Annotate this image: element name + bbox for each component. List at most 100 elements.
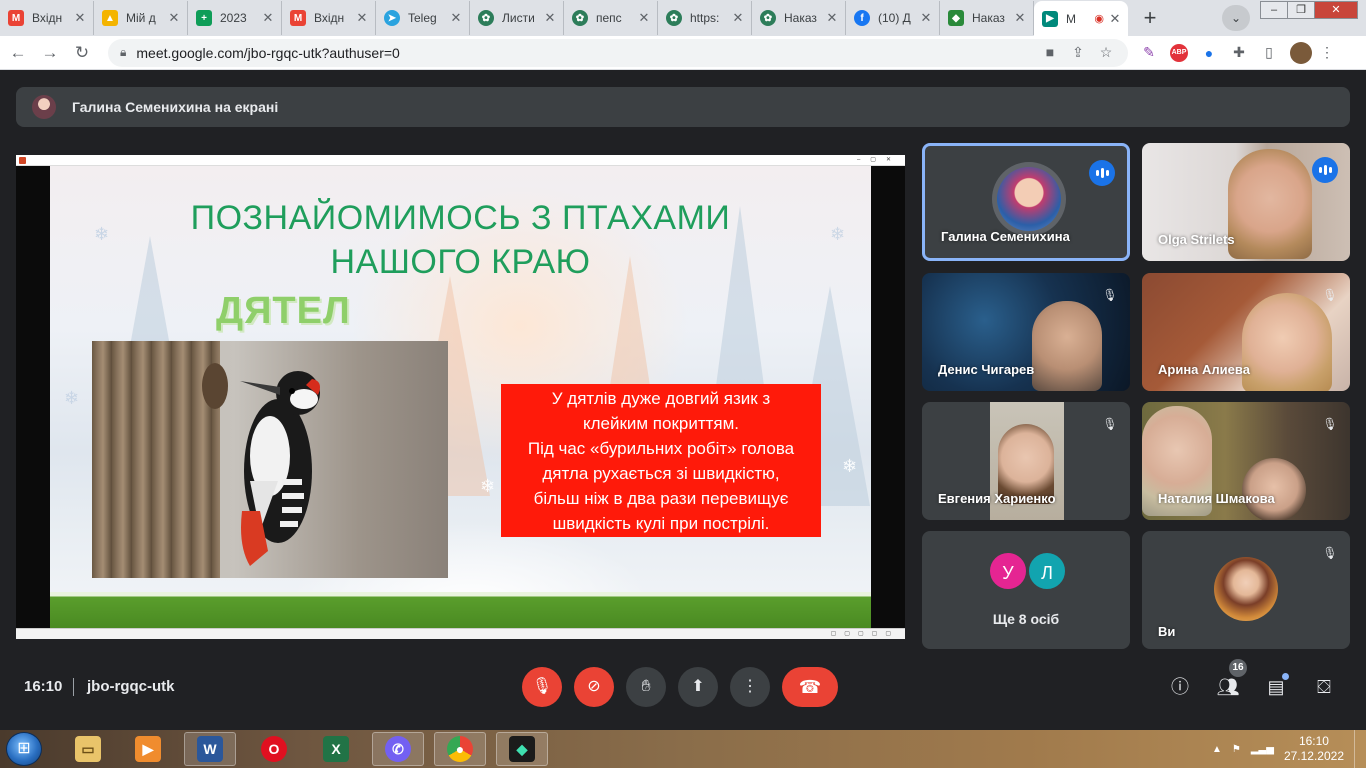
camera-off-button[interactable]: ⊘ — [574, 667, 614, 707]
mic-off-icon: 🎙︎ — [1102, 417, 1118, 431]
extensions-puzzle-icon[interactable]: ✚ — [1224, 44, 1254, 61]
back-icon[interactable]: ← — [4, 39, 32, 67]
close-window-button[interactable]: ✕ — [1314, 1, 1358, 19]
participant-name: Olga Strilets — [1158, 232, 1235, 247]
powerpoint-titlebar: –▢✕ — [16, 155, 905, 166]
recording-icon: ◉ — [1094, 13, 1104, 25]
tab-search-button[interactable]: ⌄ — [1222, 5, 1250, 31]
activities-icon[interactable]: ⛋ — [1310, 673, 1338, 701]
leave-call-button[interactable]: ☎ — [782, 667, 838, 707]
fact-line: У дятлів дуже довгий язик з — [551, 389, 771, 408]
taskbar-media-player[interactable]: ▶ — [122, 732, 174, 766]
tab-google-drive[interactable]: ▲ Мій д ✕ — [94, 1, 188, 35]
woodpecker-illustration — [240, 371, 320, 566]
close-tab-icon[interactable]: ✕ — [825, 11, 839, 25]
tab-telegram[interactable]: ➤ Teleg ✕ — [376, 1, 470, 35]
facebook-icon: f — [854, 10, 870, 26]
close-tab-icon[interactable]: ✕ — [167, 11, 181, 25]
window-controls: – ❐ ✕ — [1260, 1, 1358, 19]
powerpoint-statusbar: ▢▢▢▢▢ — [16, 628, 905, 639]
taskbar-file-explorer[interactable]: ▭ — [62, 732, 114, 766]
participant-name: Денис Чигарев — [938, 362, 1035, 377]
taskbar-word[interactable]: W — [184, 732, 236, 766]
tab-title: M — [1066, 11, 1076, 26]
tab-lysty[interactable]: ✿ Листи ✕ — [470, 1, 564, 35]
forward-icon[interactable]: → — [36, 39, 64, 67]
tab-nakaz-2[interactable]: ◆ Наказ ✕ — [940, 1, 1034, 35]
site-icon: ✿ — [760, 10, 776, 26]
show-desktop-button[interactable] — [1354, 730, 1366, 768]
reload-icon[interactable]: ↻ — [68, 39, 96, 67]
people-icon[interactable]: 👥︎ — [1214, 673, 1242, 701]
snowflake-icon: ❄ — [64, 388, 80, 408]
google-meet-icon: ▶ — [1042, 10, 1058, 27]
self-tile[interactable]: 🎙︎ Ви — [1142, 531, 1350, 649]
participant-tile[interactable]: 🎙︎ Денис Чигарев — [922, 273, 1130, 391]
browser-tab-strip: M Вхідн ✕ ▲ Мій д ✕ + 2023 ✕ M Вхідн ✕ ➤… — [0, 0, 1366, 36]
tab-google-sheets[interactable]: + 2023 ✕ — [188, 1, 282, 35]
meeting-details-icon[interactable]: ⓘ — [1166, 673, 1194, 701]
more-options-button[interactable]: ⋮ — [730, 667, 770, 707]
taskbar-excel[interactable]: X — [310, 732, 362, 766]
pen-extension-icon[interactable]: ✎ — [1134, 44, 1164, 61]
close-tab-icon[interactable]: ✕ — [261, 11, 275, 25]
tab-google-meet[interactable]: ▶ M ◉ ✕ — [1034, 1, 1128, 36]
taskbar-opera[interactable]: O — [248, 732, 300, 766]
mic-off-button[interactable]: 🎙︎ — [522, 667, 562, 707]
profile-avatar[interactable] — [1290, 41, 1312, 64]
close-tab-icon[interactable]: ✕ — [1108, 11, 1122, 26]
close-tab-icon[interactable]: ✕ — [449, 11, 463, 25]
extension-circle-icon[interactable]: ● — [1194, 45, 1224, 61]
shared-screen[interactable]: –▢✕ ❄ ❄ ❄ ❄ ❄ ПОЗНАЙОМИМОСЬ З ПТАХАМИ НА… — [16, 155, 905, 639]
participant-tile[interactable]: Olga Strilets — [1142, 143, 1350, 261]
network-signal-icon[interactable]: ▂▃▅ — [1251, 744, 1274, 755]
woodpecker-photo — [92, 341, 448, 578]
side-panel-icon[interactable]: ▯ — [1254, 44, 1284, 61]
close-tab-icon[interactable]: ✕ — [919, 11, 933, 25]
system-tray: ▲ ⚑ ▂▃▅ 16:10 27.12.2022 — [1212, 730, 1366, 768]
taskbar-filmora[interactable]: ◆ — [496, 732, 548, 766]
chrome-icon: ● — [447, 736, 473, 762]
more-participants-tile[interactable]: У Л Ще 8 осіб — [922, 531, 1130, 649]
snowflake-icon: ❄ — [480, 476, 496, 496]
participant-tile[interactable]: 🎙︎ Евгения Хариенко — [922, 402, 1130, 520]
close-tab-icon[interactable]: ✕ — [1013, 11, 1027, 25]
bookmark-star-icon[interactable]: ☆ — [1092, 44, 1120, 61]
participant-tile[interactable]: Галина Семенихина — [922, 143, 1130, 261]
participant-name: Галина Семенихина — [941, 229, 1070, 244]
tab-gmail-inbox[interactable]: M Вхідн ✕ — [0, 1, 94, 35]
minimize-button[interactable]: – — [1260, 1, 1288, 19]
tab-peps[interactable]: ✿ пепс ✕ — [564, 1, 658, 35]
participant-tile[interactable]: 🎙︎ Арина Алиева — [1142, 273, 1350, 391]
tab-gmail-inbox-2[interactable]: M Вхідн ✕ — [282, 1, 376, 35]
view-buttons-icons: ▢▢▢▢▢ — [830, 631, 899, 637]
close-tab-icon[interactable]: ✕ — [543, 11, 557, 25]
grass-strip — [50, 592, 871, 628]
raise-hand-button[interactable]: ✋︎ — [626, 667, 666, 707]
close-tab-icon[interactable]: ✕ — [637, 11, 651, 25]
taskbar-clock[interactable]: 16:10 27.12.2022 — [1284, 734, 1344, 764]
taskbar-chrome[interactable]: ● — [434, 732, 486, 766]
share-icon[interactable]: ⇪ — [1064, 44, 1092, 61]
tab-https[interactable]: ✿ https: ✕ — [658, 1, 752, 35]
close-tab-icon[interactable]: ✕ — [73, 11, 87, 25]
address-bar[interactable]: 🔒︎ meet.google.com/jbo-rgqc-utk?authuser… — [108, 38, 1128, 67]
participant-tile[interactable]: 🎙︎ Наталия Шмакова — [1142, 402, 1350, 520]
lock-icon[interactable]: 🔒︎ — [120, 45, 126, 60]
camera-icon[interactable]: ■ — [1036, 44, 1064, 61]
new-tab-button[interactable]: + — [1136, 5, 1164, 33]
close-tab-icon[interactable]: ✕ — [731, 11, 745, 25]
tray-expand-icon[interactable]: ▲ — [1212, 744, 1222, 755]
language-flag-icon[interactable]: ⚑ — [1232, 744, 1241, 755]
present-now-button[interactable]: ⬆ — [678, 667, 718, 707]
start-button[interactable]: ⊞ — [6, 732, 42, 766]
browser-menu-icon[interactable]: ⋮ — [1312, 44, 1342, 61]
close-tab-icon[interactable]: ✕ — [355, 11, 369, 25]
taskbar-viber[interactable]: ✆ — [372, 732, 424, 766]
tab-facebook[interactable]: f (10) Д ✕ — [846, 1, 940, 35]
tab-nakaz[interactable]: ✿ Наказ ✕ — [752, 1, 846, 35]
fact-line: клейким покриттям. — [582, 414, 740, 433]
adblock-icon[interactable]: ABP — [1170, 43, 1188, 62]
maximize-button[interactable]: ❐ — [1287, 1, 1315, 19]
tree-trunk — [92, 341, 220, 578]
